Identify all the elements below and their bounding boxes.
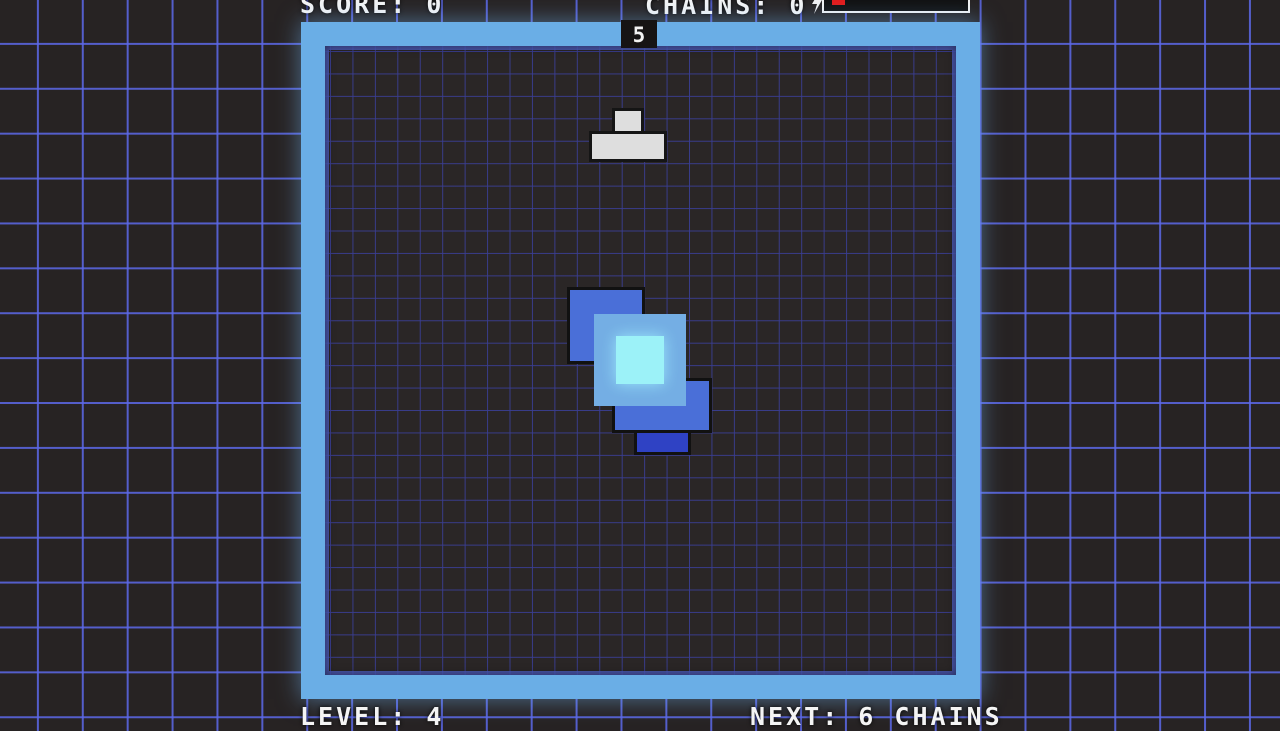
score-value: 0 xyxy=(426,0,445,19)
level-value: 4 xyxy=(426,702,445,731)
next-goal-display: NEXT: 6 CHAINS xyxy=(750,702,1003,731)
ghost-block xyxy=(589,131,667,162)
drop-counter: 5 xyxy=(621,20,657,48)
score-display: SCORE: 0 xyxy=(300,0,444,17)
chain-meter xyxy=(822,0,970,13)
chains-label: CHAINS: xyxy=(645,0,772,20)
level-display: LEVEL: 4 xyxy=(300,704,444,729)
score-label: SCORE: xyxy=(300,0,409,19)
piece-block-cyan xyxy=(616,336,664,384)
chain-meter-fill xyxy=(832,0,845,5)
level-label: LEVEL: xyxy=(300,702,409,731)
chains-value: 0 xyxy=(789,0,808,20)
chains-display: CHAINS: 0 xyxy=(645,0,823,18)
